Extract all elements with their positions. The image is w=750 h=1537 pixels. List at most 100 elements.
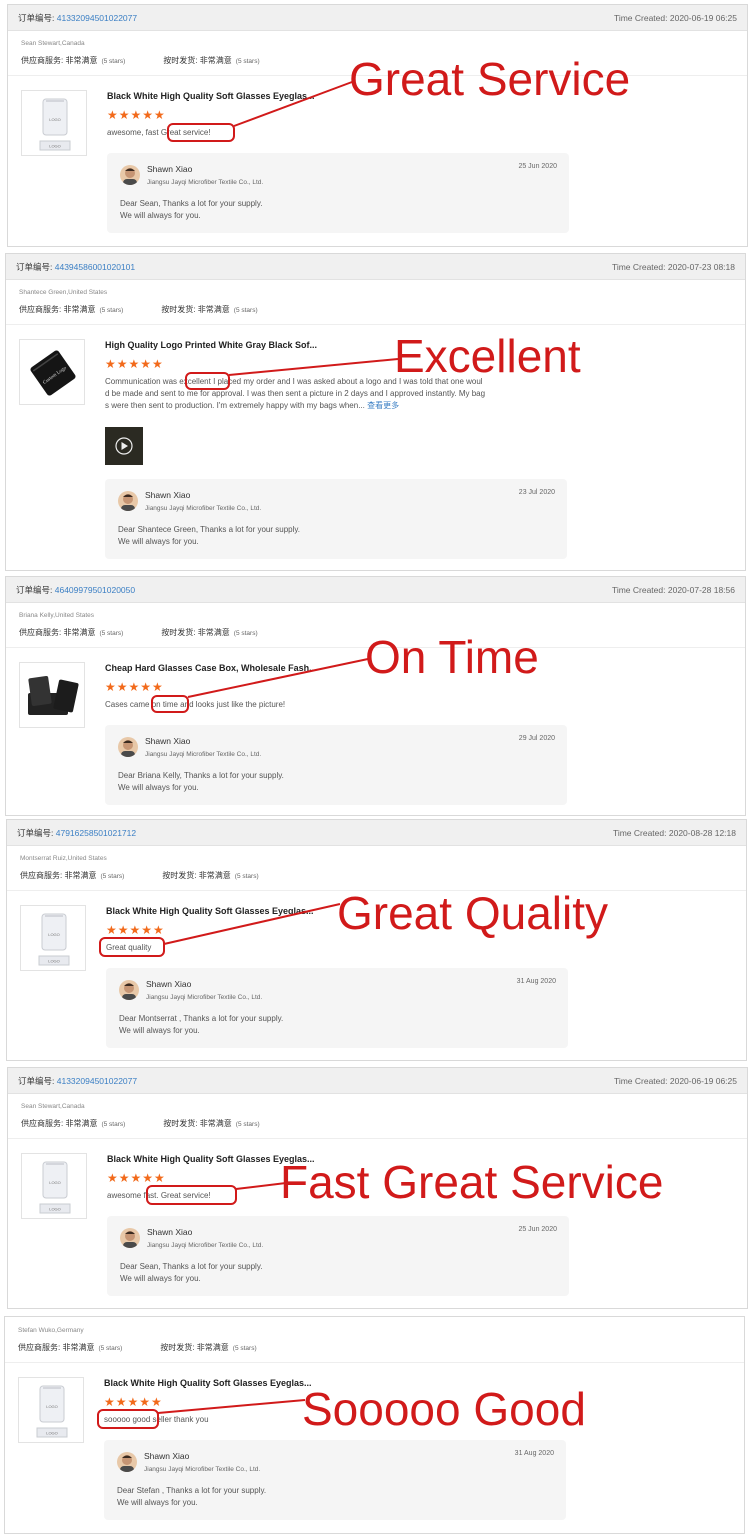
reply-date: 31 Aug 2020 [516, 978, 556, 985]
rating-stars-text: (5 stars) [101, 58, 126, 65]
video-thumbnail[interactable] [105, 427, 143, 465]
supplier-reply: Shawn Xiao Jiangsu Jayqi Microfiber Text… [105, 725, 567, 805]
star-rating: ★★★★★ [107, 108, 166, 122]
video-play-icon [115, 437, 133, 455]
avatar [119, 980, 139, 1000]
svg-text:LOGO: LOGO [49, 1207, 61, 1212]
reply-line: We will always for you. [117, 1498, 198, 1507]
rating-value: 非常满意 [199, 56, 232, 65]
reply-name: Shawn Xiao [145, 490, 191, 500]
reply-message: Dear Stefan , Thanks a lot for your supp… [117, 1485, 266, 1509]
reply-name: Shawn Xiao [145, 736, 191, 746]
review-text-part: seller thank you [152, 1415, 209, 1424]
product-title-link[interactable]: High Quality Logo Printed White Gray Bla… [105, 340, 317, 350]
ratings-row: 供应商服务: 非常满意 (5 stars) 按时发货: 非常满意 (5 stars) [18, 1342, 257, 1353]
reply-name: Shawn Xiao [147, 1227, 193, 1237]
star-rating: ★★★★★ [105, 680, 164, 694]
supplier-reply: Shawn Xiao Jiangsu Jayqi Microfiber Text… [107, 1216, 569, 1296]
reply-company: Jiangsu Jayqi Microfiber Textile Co., Lt… [146, 994, 263, 1001]
annotation-label: Sooooo Good [302, 1383, 586, 1435]
reply-message: Dear Shantece Green, Thanks a lot for yo… [118, 524, 300, 548]
reply-line: Dear Sean, Thanks a lot for your supply. [120, 199, 263, 208]
reply-line: Dear Sean, Thanks a lot for your supply. [120, 1262, 263, 1271]
reply-name: Shawn Xiao [147, 164, 193, 174]
order-number-link[interactable]: 44394586001020101 [55, 262, 135, 272]
highlight-oval [97, 1409, 159, 1429]
reply-name: Shawn Xiao [146, 979, 192, 989]
avatar [118, 737, 138, 757]
highlight-oval [167, 123, 235, 142]
white-pouch-icon[interactable]: LOGO LOGO [18, 1377, 84, 1443]
white-pouch-icon[interactable]: LOGO LOGO [21, 1153, 87, 1219]
see-more-link[interactable]: 查看更多 [367, 401, 399, 410]
card-header: 订单编号: 41332094501022077 Time Created: 20… [8, 1068, 747, 1094]
order-number-link[interactable]: 47916258501021712 [56, 828, 136, 838]
rating-stars-text: (5 stars) [235, 58, 260, 65]
product-title-link[interactable]: Black White High Quality Soft Glasses Ey… [106, 906, 314, 916]
reply-date: 29 Jul 2020 [518, 735, 555, 742]
rating-value: 非常满意 [198, 871, 231, 880]
order-number-link[interactable]: 41332094501022077 [57, 13, 137, 23]
card-header: 订单编号: 41332094501022077 Time Created: 20… [8, 5, 747, 31]
order-label: 订单编号: [18, 1075, 55, 1086]
order-label: 订单编号: [18, 12, 55, 23]
svg-text:LOGO: LOGO [49, 1180, 61, 1185]
black-pouch-icon[interactable]: Custom Logo [19, 339, 85, 405]
reply-company: Jiangsu Jayqi Microfiber Textile Co., Lt… [145, 751, 262, 758]
star-rating: ★★★★★ [105, 357, 164, 371]
time-value: 2020-07-23 08:18 [667, 261, 735, 272]
buyer-name: Shantece Green,United States [19, 289, 108, 296]
on-time-label: 按时发货: [160, 1343, 195, 1352]
rating-stars-text: (5 stars) [101, 1121, 126, 1128]
rating-stars-text: (5 stars) [235, 1121, 260, 1128]
reply-date: 25 Jun 2020 [518, 163, 557, 170]
supplier-reply: Shawn Xiao Jiangsu Jayqi Microfiber Text… [104, 1440, 566, 1520]
reply-date: 25 Jun 2020 [518, 1226, 557, 1233]
time-value: 2020-07-28 18:56 [667, 584, 735, 595]
product-title-link[interactable]: Black White High Quality Soft Glasses Ey… [104, 1378, 312, 1388]
black-case-icon[interactable] [19, 662, 85, 728]
review-text-part: awesome [107, 1191, 142, 1200]
white-pouch-icon[interactable]: LOGO LOGO [21, 90, 87, 156]
star-rating: ★★★★★ [104, 1395, 163, 1409]
white-pouch-icon[interactable]: LOGO LOGO [20, 905, 86, 971]
ratings-row: 供应商服务: 非常满意 (5 stars) 按时发货: 非常满意 (5 stars) [19, 627, 258, 638]
star-rating: ★★★★★ [106, 923, 165, 937]
rating-value: 非常满意 [197, 305, 230, 314]
reply-message: Dear Montserrat , Thanks a lot for your … [119, 1013, 283, 1037]
card-header: 订单编号: 47916258501021712 Time Created: 20… [7, 820, 746, 846]
ratings-row: 供应商服务: 非常满意 (5 stars) 按时发货: 非常满意 (5 stars) [21, 55, 260, 66]
rating-stars-text: (5 stars) [99, 630, 124, 637]
on-time-label: 按时发货: [163, 56, 198, 65]
highlight-oval [146, 1185, 237, 1205]
on-time-label: 按时发货: [161, 628, 196, 637]
reply-company: Jiangsu Jayqi Microfiber Textile Co., Lt… [144, 1466, 261, 1473]
product-title-link[interactable]: Black White High Quality Soft Glasses Ey… [107, 91, 315, 101]
review-card: 订单编号: 44394586001020101 Time Created: 20… [5, 253, 746, 571]
annotation-label: Great Service [349, 53, 631, 105]
highlight-oval [151, 695, 189, 713]
review-text-part: Cases came [105, 700, 150, 709]
time-value: 2020-08-28 12:18 [668, 827, 736, 838]
time-label: Time Created: [611, 261, 666, 272]
reply-date: 31 Aug 2020 [514, 1450, 554, 1457]
ratings-row: 供应商服务: 非常满意 (5 stars) 按时发货: 非常满意 (5 stars) [20, 870, 259, 881]
rating-value: 非常满意 [63, 305, 96, 314]
rating-stars-text: (5 stars) [233, 630, 258, 637]
avatar [117, 1452, 137, 1472]
reply-company: Jiangsu Jayqi Microfiber Textile Co., Lt… [147, 1242, 264, 1249]
rating-stars-text: (5 stars) [233, 307, 258, 314]
on-time-label: 按时发货: [163, 1119, 198, 1128]
rating-stars-text: (5 stars) [100, 873, 125, 880]
rating-value: 非常满意 [65, 56, 98, 65]
order-number-link[interactable]: 46409979501020050 [55, 585, 135, 595]
rating-value: 非常满意 [63, 628, 96, 637]
order-label: 订单编号: [17, 827, 54, 838]
supplier-service-label: 供应商服务: [20, 871, 63, 880]
avatar [118, 491, 138, 511]
supplier-reply: Shawn Xiao Jiangsu Jayqi Microfiber Text… [106, 968, 568, 1048]
product-title-link[interactable]: Cheap Hard Glasses Case Box, Wholesale F… [105, 663, 317, 673]
rating-value: 非常满意 [199, 1119, 232, 1128]
order-number-link[interactable]: 41332094501022077 [57, 1076, 137, 1086]
ratings-row: 供应商服务: 非常满意 (5 stars) 按时发货: 非常满意 (5 stars) [21, 1118, 260, 1129]
